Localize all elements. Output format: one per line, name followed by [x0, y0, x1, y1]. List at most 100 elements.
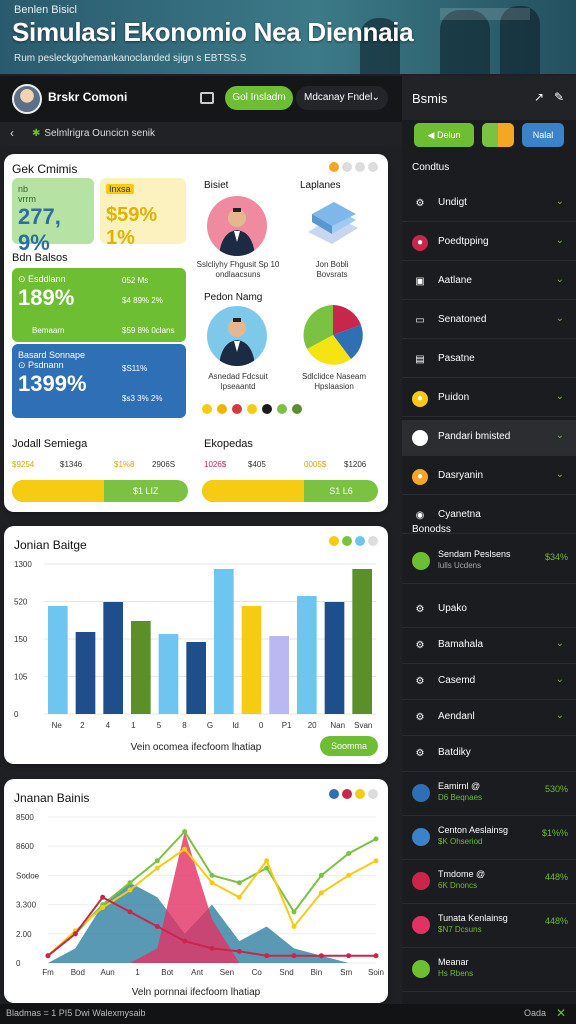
sidebar-item[interactable]: ⚙ Upako	[402, 592, 576, 628]
data-point[interactable]	[318, 953, 324, 959]
value-cell: 2906S	[152, 460, 176, 469]
legend-dots[interactable]	[329, 789, 378, 799]
chart-action-button[interactable]: Soomma	[320, 736, 378, 756]
bar[interactable]	[103, 602, 123, 714]
data-point[interactable]	[154, 858, 160, 864]
legend-dot-icon[interactable]	[342, 789, 352, 799]
gray-dot-icon[interactable]	[342, 162, 352, 172]
data-point[interactable]	[100, 905, 106, 911]
data-point[interactable]	[236, 880, 242, 886]
sidebar-row[interactable]: Centon Aeslainsg $K Ohseriod $1%%	[402, 816, 576, 860]
sidebar-item[interactable]: ⚙ Undigt ⌄	[402, 186, 576, 222]
bar[interactable]	[297, 596, 317, 714]
sidebar-item[interactable]: ● Poedtpping ⌄	[402, 225, 576, 261]
back-icon[interactable]: ‹	[10, 126, 14, 140]
sidebar-item[interactable]: ● Puidon ⌄	[402, 381, 576, 417]
top-bar: Brskr Comoni Gol Insladm Mdcanay Fndel ⌄	[0, 76, 402, 122]
sidebar-item[interactable]: ▲ Pandari bmisted ⌄	[402, 420, 576, 456]
close-icon[interactable]: ✕	[556, 1006, 566, 1020]
data-point[interactable]	[154, 924, 160, 929]
legend-dot-icon[interactable]	[329, 536, 339, 546]
data-point[interactable]	[373, 858, 379, 864]
data-point[interactable]	[154, 865, 160, 871]
legend-dot-icon[interactable]	[355, 789, 365, 799]
x-tick-label: Aun	[101, 968, 115, 977]
data-point[interactable]	[346, 953, 352, 959]
bar[interactable]	[131, 621, 151, 714]
data-point[interactable]	[373, 836, 379, 842]
data-point[interactable]	[264, 858, 270, 864]
chevron-down-icon: ⌄	[555, 469, 564, 480]
sidebar-item[interactable]: ⚙ Casemd ⌄	[402, 664, 576, 700]
sidebar-row[interactable]: Meanar Hs Rbens	[402, 948, 576, 992]
grid-icon[interactable]	[200, 92, 214, 104]
sidebar-button-delun[interactable]: ◀ Delun	[414, 123, 474, 147]
stat-card[interactable]: Inxsa $59% 1%	[100, 178, 186, 249]
data-point[interactable]	[346, 851, 352, 856]
data-point[interactable]	[291, 909, 297, 915]
stat-card[interactable]: nb vrrm 277, 9%	[12, 178, 94, 255]
green-pill-button[interactable]: Gol Insladm	[225, 86, 293, 110]
data-point[interactable]	[373, 953, 379, 959]
legend-dot-icon[interactable]	[368, 789, 378, 799]
gray-dot-icon[interactable]	[355, 162, 365, 172]
gray-dot-icon[interactable]	[368, 162, 378, 172]
value-cell: 0005$	[304, 460, 327, 469]
bar[interactable]	[75, 632, 96, 714]
data-point[interactable]	[264, 953, 270, 959]
data-point[interactable]	[209, 945, 215, 951]
sidebar-item[interactable]: ⚙ Batdiky	[402, 736, 576, 772]
sidebar-item[interactable]: ▣ Aatlane ⌄	[402, 264, 576, 300]
expand-icon[interactable]: ↗	[534, 90, 544, 104]
legend-dots[interactable]	[329, 536, 378, 546]
bar[interactable]	[186, 642, 206, 714]
sidebar-item[interactable]: ▭ Senatoned ⌄	[402, 303, 576, 339]
bar[interactable]	[214, 569, 234, 714]
bar[interactable]	[158, 634, 179, 714]
sidebar-row[interactable]: Eamirnl @ D6 Beqnaes 530%	[402, 772, 576, 816]
sidebar-item[interactable]: ▤ Pasatne	[402, 342, 576, 378]
avatar[interactable]	[12, 84, 42, 114]
sidebar-feature-row[interactable]: Sendam Peslsens lulls Ucdens $34%	[402, 540, 576, 584]
data-point[interactable]	[291, 924, 297, 929]
sidebar-row[interactable]: Tmdome @ 6K Dnoncs 448%	[402, 860, 576, 904]
data-point[interactable]	[346, 872, 352, 878]
sidebar-item[interactable]: ⚙ Bamahala ⌄	[402, 628, 576, 664]
bar[interactable]	[241, 606, 262, 714]
data-point[interactable]	[209, 872, 215, 878]
bar[interactable]	[352, 569, 372, 714]
data-point[interactable]	[209, 880, 215, 886]
legend-dot-icon[interactable]	[342, 536, 352, 546]
data-point[interactable]	[182, 938, 188, 944]
legend-dot-icon[interactable]	[368, 536, 378, 546]
blue-stat-card[interactable]: Basard Sonnape ⊙ Psdnann 1399% $S11% $s3…	[12, 344, 186, 418]
data-point[interactable]	[182, 846, 188, 852]
data-point[interactable]	[100, 894, 106, 900]
sidebar-item[interactable]: ⚙ Aendanl ⌄	[402, 700, 576, 736]
legend-dot-icon[interactable]	[355, 536, 365, 546]
data-point[interactable]	[318, 872, 324, 878]
data-point[interactable]	[127, 880, 133, 886]
bar[interactable]	[269, 636, 289, 714]
data-point[interactable]	[318, 890, 324, 896]
legend-dot-icon[interactable]	[329, 789, 339, 799]
color-toggle-button[interactable]	[482, 123, 514, 147]
data-point[interactable]	[127, 909, 133, 915]
filter-dropdown[interactable]: Mdcanay Fndel ⌄	[296, 86, 388, 110]
orange-dot-icon[interactable]	[329, 162, 339, 172]
data-point[interactable]	[45, 953, 51, 959]
data-point[interactable]	[182, 829, 188, 835]
sidebar-button-nalal[interactable]: Nalal	[522, 123, 564, 147]
settings-icon[interactable]: ✎	[554, 90, 564, 104]
sidebar-row[interactable]: Tunata Kenlainsg $N7 Dcsuns 448%	[402, 904, 576, 948]
data-point[interactable]	[291, 953, 297, 959]
sidebar-item[interactable]: ● Dasryanin ⌄	[402, 459, 576, 495]
bar[interactable]	[48, 606, 68, 714]
data-point[interactable]	[236, 948, 242, 954]
bar[interactable]	[324, 602, 345, 714]
data-point[interactable]	[127, 887, 133, 893]
card-options[interactable]	[329, 162, 378, 172]
data-point[interactable]	[72, 931, 78, 937]
green-stat-card[interactable]: ⊙ Esddlann 189% 052 Ms $4 89% 2% Bemaarn…	[12, 268, 186, 342]
data-point[interactable]	[236, 894, 242, 900]
